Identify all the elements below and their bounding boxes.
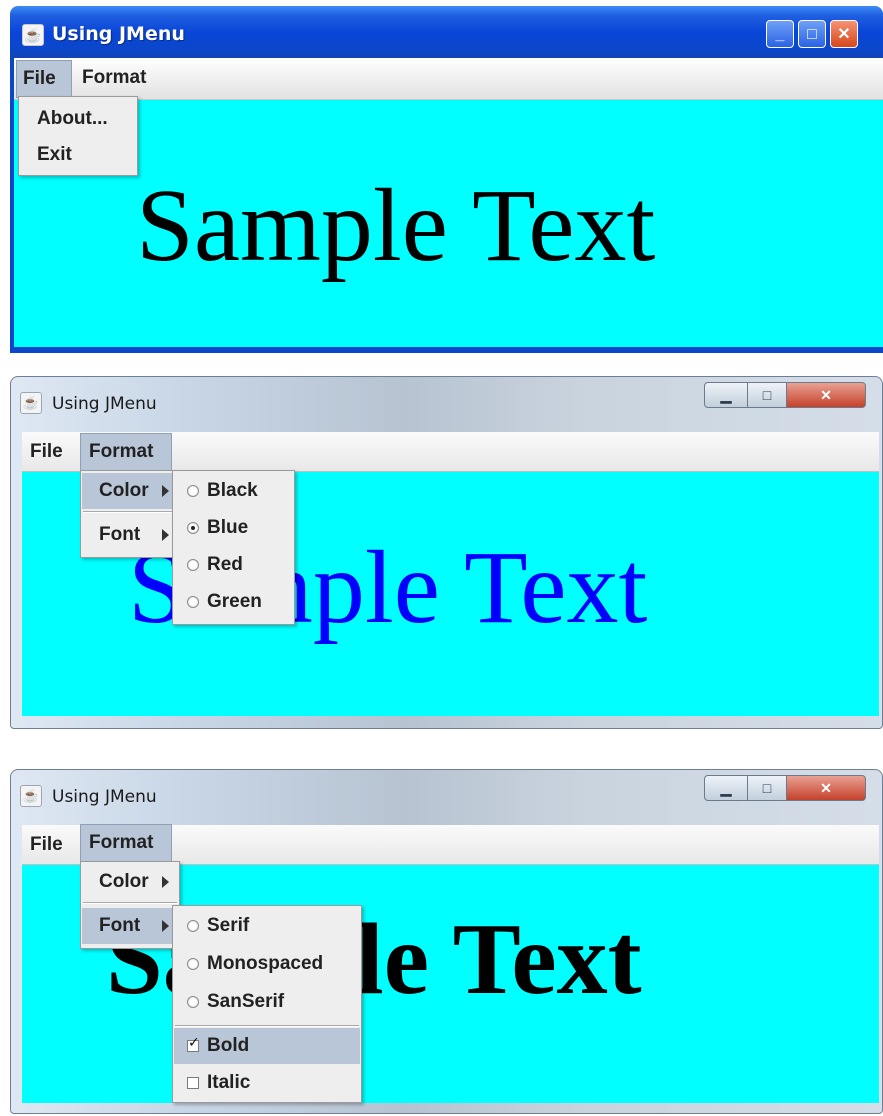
menu-item-bold-label: Bold — [207, 1035, 250, 1056]
menu-item-italic-label: Italic — [207, 1072, 251, 1093]
maximize-button[interactable]: □ — [747, 382, 787, 408]
color-popup-menu: Black Blue Red Green — [172, 470, 295, 625]
menu-file[interactable]: File — [24, 434, 80, 470]
radio-icon — [187, 996, 199, 1008]
minimize-icon: ▁ — [720, 780, 732, 796]
radio-icon — [187, 920, 199, 932]
java-cup-icon: ☕ — [22, 24, 44, 46]
menu-separator — [83, 511, 177, 513]
menu-item-blue[interactable]: Blue — [174, 510, 293, 546]
title-bar[interactable]: ☕ Using JMenu _ □ ✕ — [10, 6, 883, 58]
menu-file-label: File — [30, 441, 63, 462]
minimize-icon: ▁ — [720, 387, 732, 403]
menu-item-about-label: About... — [37, 108, 108, 129]
radio-icon — [187, 559, 199, 571]
format-popup-menu: Color Font — [80, 470, 180, 558]
menu-item-green-label: Green — [207, 591, 262, 612]
menu-separator — [83, 902, 177, 904]
minimize-button[interactable]: ▁ — [704, 775, 748, 801]
menu-format-label: Format — [82, 67, 147, 88]
menu-item-exit-label: Exit — [37, 144, 72, 165]
menu-item-serif-label: Serif — [207, 915, 250, 936]
menu-item-color-label: Color — [99, 480, 149, 501]
menu-item-color[interactable]: Color — [82, 473, 178, 509]
maximize-icon: □ — [762, 780, 772, 796]
window-title: Using JMenu — [52, 394, 157, 414]
menu-item-serif[interactable]: Serif — [174, 908, 360, 944]
menu-item-font-label: Font — [99, 915, 141, 936]
checkbox-checked-icon — [187, 1035, 200, 1052]
close-icon: ✕ — [837, 26, 851, 43]
menu-item-about[interactable]: About... — [20, 101, 136, 137]
menu-item-font[interactable]: Font — [82, 908, 178, 944]
java-cup-icon: ☕ — [20, 392, 42, 414]
font-popup-menu: Serif Monospaced SanSerif Bold Italic — [172, 905, 362, 1103]
menu-item-green[interactable]: Green — [174, 584, 293, 620]
submenu-arrow-icon — [162, 529, 169, 541]
menu-item-color-label: Color — [99, 871, 149, 892]
checkbox-icon — [187, 1077, 199, 1089]
menu-format[interactable]: Format — [80, 824, 172, 862]
minimize-icon: _ — [775, 26, 785, 43]
menu-file[interactable]: File — [24, 827, 80, 863]
menu-item-font[interactable]: Font — [82, 517, 178, 553]
window-xp-file-menu: ☕ Using JMenu _ □ ✕ Sample Text File For… — [10, 6, 883, 353]
submenu-arrow-icon — [162, 485, 169, 497]
window-win7-font-menu: ☕ Using JMenu ▁ □ ✕ Sample Text File For… — [10, 769, 883, 1114]
window-title: Using JMenu — [52, 23, 185, 45]
menu-item-sanserif[interactable]: SanSerif — [174, 984, 360, 1020]
menu-item-color[interactable]: Color — [82, 864, 178, 900]
maximize-button[interactable]: □ — [798, 20, 826, 48]
menu-format-label: Format — [89, 441, 154, 462]
close-icon: ✕ — [820, 387, 832, 403]
maximize-icon: □ — [762, 387, 772, 403]
file-popup-menu: About... Exit — [18, 96, 138, 176]
java-cup-icon: ☕ — [20, 785, 42, 807]
minimize-button[interactable]: _ — [766, 20, 794, 48]
menu-item-bold[interactable]: Bold — [174, 1028, 360, 1064]
sample-text: Sample Text — [136, 168, 656, 283]
minimize-button[interactable]: ▁ — [704, 382, 748, 408]
menu-format-label: Format — [89, 832, 154, 853]
menu-file-label: File — [30, 834, 63, 855]
radio-selected-icon — [187, 522, 199, 534]
menu-item-blue-label: Blue — [207, 517, 249, 538]
maximize-icon: □ — [807, 26, 817, 43]
menu-item-monospaced[interactable]: Monospaced — [174, 946, 360, 982]
close-button[interactable]: ✕ — [786, 382, 866, 408]
menu-file[interactable]: File — [16, 60, 72, 98]
menu-item-font-label: Font — [99, 524, 141, 545]
radio-icon — [187, 958, 199, 970]
menu-item-sanserif-label: SanSerif — [207, 991, 285, 1012]
menu-item-monospaced-label: Monospaced — [207, 953, 324, 974]
close-button[interactable]: ✕ — [830, 20, 858, 48]
menu-file-label: File — [23, 68, 56, 89]
window-win7-color-menu: ☕ Using JMenu ▁ □ ✕ Sample Text File For… — [10, 376, 883, 729]
menu-separator — [175, 1025, 359, 1027]
maximize-button[interactable]: □ — [747, 775, 787, 801]
radio-icon — [187, 485, 199, 497]
menu-format[interactable]: Format — [80, 433, 172, 471]
menu-item-italic[interactable]: Italic — [174, 1065, 360, 1101]
window-title: Using JMenu — [52, 787, 157, 807]
submenu-arrow-icon — [162, 876, 169, 888]
close-button[interactable]: ✕ — [786, 775, 866, 801]
menu-item-exit[interactable]: Exit — [20, 137, 136, 173]
menu-item-red-label: Red — [207, 554, 243, 575]
menu-item-black[interactable]: Black — [174, 473, 293, 509]
format-popup-menu: Color Font — [80, 861, 180, 949]
menu-format[interactable]: Format — [76, 60, 156, 98]
submenu-arrow-icon — [162, 920, 169, 932]
menu-item-red[interactable]: Red — [174, 547, 293, 583]
menu-item-black-label: Black — [207, 480, 258, 501]
radio-icon — [187, 596, 199, 608]
close-icon: ✕ — [820, 780, 832, 796]
